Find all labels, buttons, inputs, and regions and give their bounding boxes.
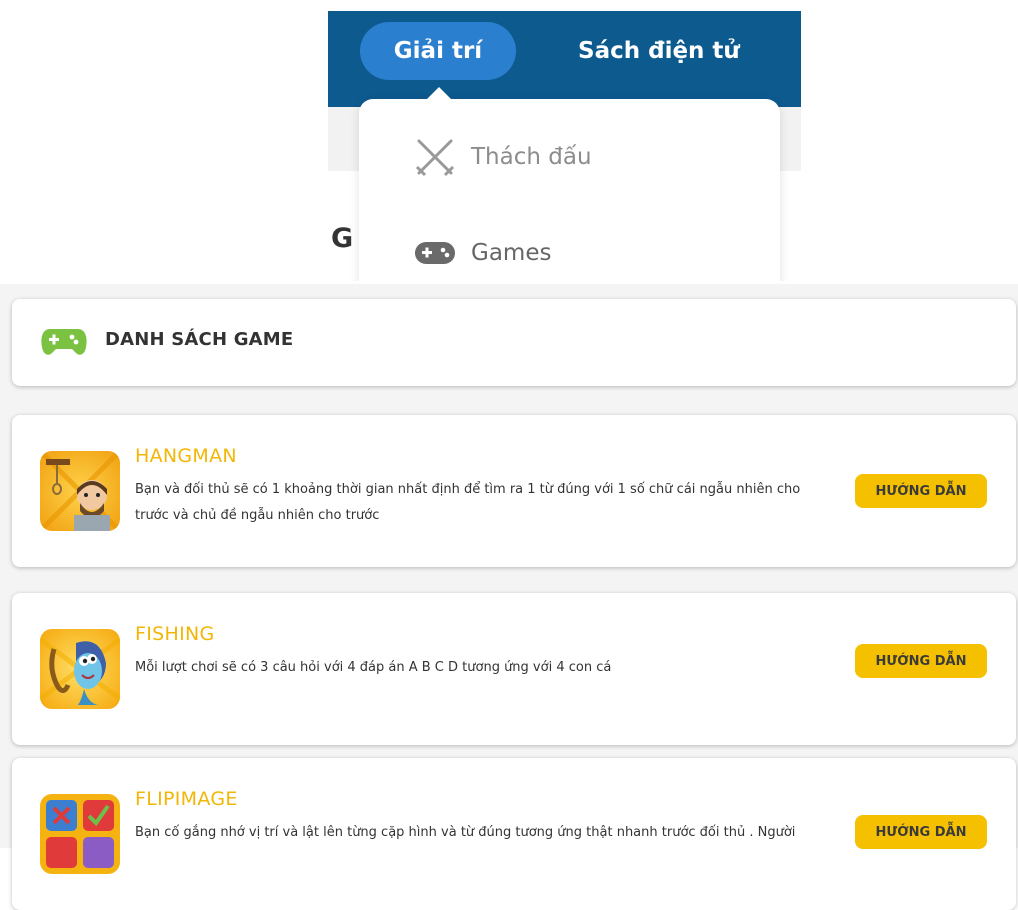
tab-ebooks-label: Sách điện tử	[578, 38, 740, 64]
game-card-flipimage: FLIPIMAGE Bạn cố gắng nhớ vị trí và lật …	[12, 758, 1016, 910]
game-list-area: DANH SÁCH GAME HANGMAN Bạn và đối thủ sẽ…	[0, 284, 1018, 910]
game-description: Bạn cố gắng nhớ vị trí và lật lên từng c…	[135, 825, 796, 840]
hangman-thumbnail[interactable]	[40, 451, 120, 531]
game-title: HANGMAN	[135, 445, 237, 467]
dropdown-item-games-label: Games	[471, 240, 552, 266]
dropdown-item-challenge[interactable]: Thách đấu	[411, 137, 592, 177]
swords-icon	[411, 137, 459, 177]
flipimage-thumbnail[interactable]	[40, 794, 120, 874]
top-navigation-crop: Giải trí Sách điện tử G Thách đấu Games	[328, 11, 801, 281]
guide-button[interactable]: HƯỚNG DẪN	[855, 644, 987, 678]
entertainment-dropdown: Thách đấu Games	[359, 87, 780, 281]
fishing-thumbnail[interactable]	[40, 629, 120, 709]
game-card-fishing: FISHING Mỗi lượt chơi sẽ có 3 câu hỏi vớ…	[12, 593, 1016, 745]
game-card-hangman: HANGMAN Bạn và đối thủ sẽ có 1 khoảng th…	[12, 415, 1016, 567]
game-title: FLIPIMAGE	[135, 788, 238, 810]
game-description: Bạn và đối thủ sẽ có 1 khoảng thời gian …	[135, 482, 801, 523]
dropdown-caret	[425, 87, 453, 101]
game-title: FISHING	[135, 623, 215, 645]
dropdown-item-challenge-label: Thách đấu	[471, 144, 592, 170]
gamepad-icon	[40, 323, 88, 361]
tab-ebooks[interactable]: Sách điện tử	[578, 22, 740, 80]
tab-entertainment-label: Giải trí	[393, 38, 483, 64]
game-description: Mỗi lượt chơi sẽ có 3 câu hỏi với 4 đáp …	[135, 660, 612, 675]
guide-button[interactable]: HƯỚNG DẪN	[855, 815, 987, 849]
dropdown-item-games[interactable]: Games	[411, 233, 551, 273]
guide-button[interactable]: HƯỚNG DẪN	[855, 474, 987, 508]
game-list-header: DANH SÁCH GAME	[12, 299, 1016, 386]
page-heading-partial: G	[331, 223, 354, 254]
gamepad-icon	[411, 233, 459, 273]
game-list-title: DANH SÁCH GAME	[105, 329, 294, 350]
tab-entertainment[interactable]: Giải trí	[360, 22, 516, 80]
